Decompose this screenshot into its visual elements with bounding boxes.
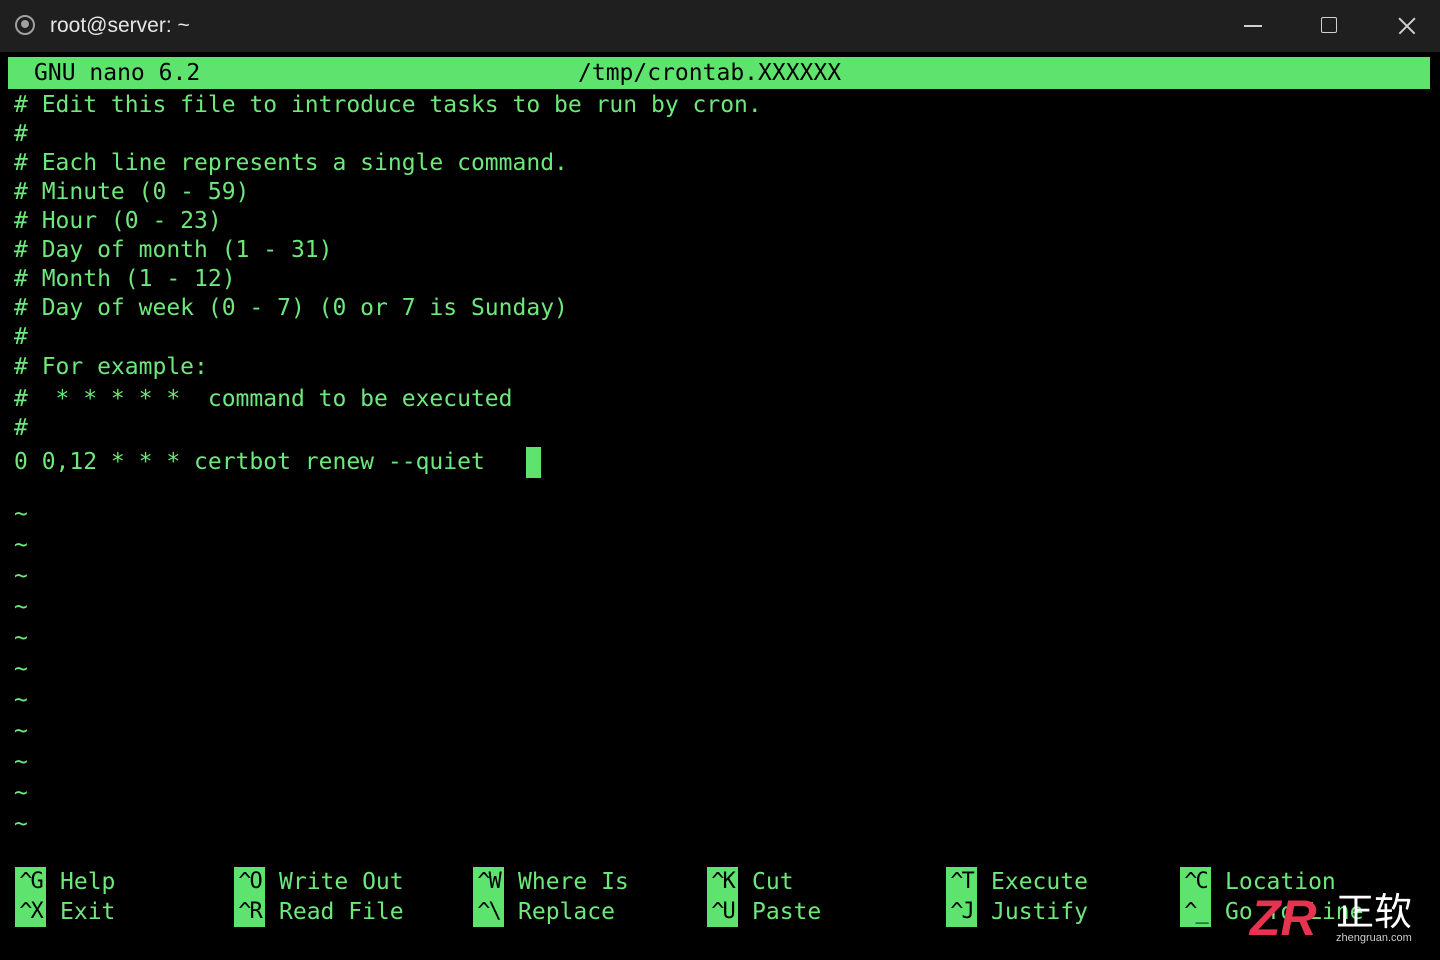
empty-line-marker: ~	[14, 501, 28, 527]
nano-version: GNU nano 6.2	[34, 60, 201, 86]
maximize-button[interactable]	[1291, 0, 1369, 52]
nano-filename: /tmp/crontab.XXXXXX	[578, 60, 842, 86]
editor-line-current[interactable]: 0 0,12 * * * certbot renew --quiet	[14, 448, 485, 476]
close-button[interactable]	[1368, 0, 1440, 52]
empty-line-marker: ~	[14, 811, 28, 837]
empty-line-marker: ~	[14, 656, 28, 682]
shortcut-label: Cut	[752, 869, 794, 895]
editor-line[interactable]: # Day of month (1 - 31)	[14, 236, 333, 264]
watermark-logo: ZR	[1250, 890, 1317, 946]
editor-line[interactable]: #	[14, 323, 28, 351]
shortcut-key: ^O	[234, 867, 265, 897]
shortcut-key: ^W	[473, 867, 504, 897]
window-title: root@server: ~	[50, 14, 190, 37]
shortcut-label: Justify	[991, 899, 1088, 925]
editor-line[interactable]: # * * * * * command to be executed	[14, 385, 513, 413]
shortcut-key: ^C	[1180, 867, 1211, 897]
empty-line-marker: ~	[14, 718, 28, 744]
shortcut-key: ^U	[707, 897, 738, 927]
editor-line[interactable]: # Each line represents a single command.	[14, 149, 568, 177]
shortcut-key: ^K	[707, 867, 738, 897]
editor-line[interactable]: # Hour (0 - 23)	[14, 207, 222, 235]
watermark-name: 正软	[1336, 890, 1413, 934]
minimize-button[interactable]	[1214, 0, 1292, 52]
editor-line[interactable]: #	[14, 414, 28, 442]
shortcut-label: Execute	[991, 869, 1088, 895]
shortcut-label: Exit	[60, 899, 116, 925]
empty-line-marker: ~	[14, 687, 28, 713]
empty-line-marker: ~	[14, 625, 28, 651]
empty-line-marker: ~	[14, 780, 28, 806]
shortcut-label: Paste	[752, 899, 822, 925]
shortcut-label: Where Is	[518, 869, 629, 895]
text-cursor	[526, 447, 541, 478]
empty-line-marker: ~	[14, 749, 28, 775]
editor-line[interactable]: #	[14, 120, 28, 148]
terminal-icon	[15, 15, 35, 35]
editor-line[interactable]: # Edit this file to introduce tasks to b…	[14, 91, 762, 119]
editor-line[interactable]: # Day of week (0 - 7) (0 or 7 is Sunday)	[14, 294, 568, 322]
shortcut-key: ^J	[946, 897, 977, 927]
empty-line-marker: ~	[14, 532, 28, 558]
editor-line[interactable]: # For example:	[14, 353, 208, 381]
watermark-url: zhengruan.com	[1336, 932, 1412, 944]
empty-line-marker: ~	[14, 594, 28, 620]
shortcut-label: Help	[60, 869, 116, 895]
shortcut-label: Replace	[518, 899, 615, 925]
empty-line-marker: ~	[14, 563, 28, 589]
editor-line[interactable]: # Month (1 - 12)	[14, 265, 236, 293]
shortcut-key: ^\	[473, 897, 504, 927]
shortcut-key: ^X	[15, 897, 46, 927]
shortcut-key: ^G	[15, 867, 46, 897]
shortcut-key: ^R	[234, 897, 265, 927]
editor-line[interactable]: # Minute (0 - 59)	[14, 178, 249, 206]
shortcut-label: Read File	[279, 899, 404, 925]
shortcut-key: ^_	[1180, 897, 1211, 927]
shortcut-label: Write Out	[279, 869, 404, 895]
watermark: ZR 正软 zhengruan.com	[1250, 890, 1428, 946]
window-title-bar: root@server: ~	[0, 0, 1440, 52]
shortcut-key: ^T	[946, 867, 977, 897]
nano-header-bar: GNU nano 6.2 /tmp/crontab.XXXXXX	[8, 57, 1430, 89]
